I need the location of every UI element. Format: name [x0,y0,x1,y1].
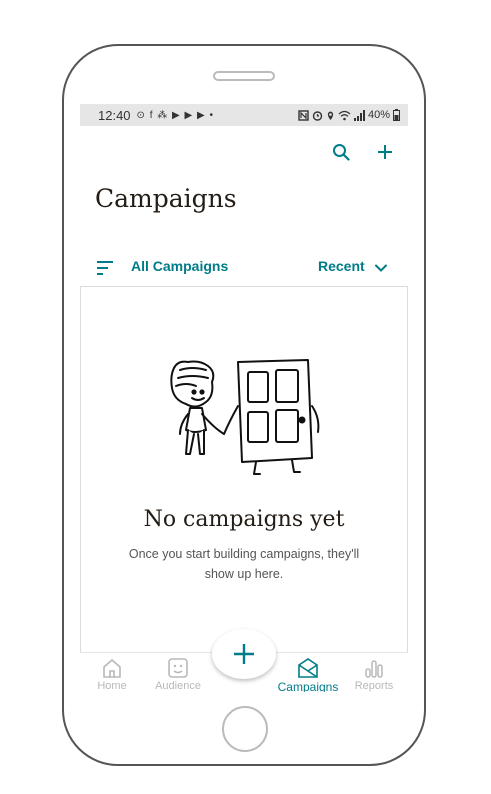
add-campaign-button[interactable] [373,140,397,164]
battery-percent: 40% [367,109,390,121]
tab-label: Campaigns [277,680,339,692]
sort-dropdown[interactable]: Recent [318,258,365,274]
status-bar: 12:40 ⊙ f ⁂ ▶ ▶ ▶ • 40% [80,104,408,126]
search-icon [333,144,350,161]
tab-label: Audience [155,680,201,692]
header-divider [80,286,408,287]
tab-label: Reports [354,680,394,692]
app-screen: 12:40 ⊙ f ⁂ ▶ ▶ ▶ • 40% Campaigns All Ca… [80,104,408,692]
tab-label: Home [97,680,127,692]
reports-icon [365,660,383,678]
phone-speaker [213,71,275,81]
content-border-left [80,287,81,652]
filter-bar: All Campaigns Recent [80,248,408,288]
signal-icon [353,109,365,121]
tab-audience[interactable]: Audience [146,657,210,692]
chevron-down-icon[interactable] [373,260,389,276]
content-border-right [407,287,408,652]
page-title: Campaigns [95,184,237,213]
search-button[interactable] [329,140,353,164]
filter-icon[interactable] [96,258,116,278]
nfc-icon [298,109,309,121]
tab-home[interactable]: Home [80,657,144,692]
campaign-filter-dropdown[interactable]: All Campaigns [131,258,228,274]
empty-state-title: No campaigns yet [143,507,345,532]
plus-icon [234,644,254,664]
tab-campaigns[interactable]: Campaigns [276,657,340,692]
tab-reports[interactable]: Reports [342,657,406,692]
plus-icon [378,145,392,159]
notification-icons: ⊙ f ⁂ ▶ ▶ ▶ • [136,109,214,121]
wifi-icon [338,110,351,120]
battery-icon [393,109,400,121]
create-fab-button[interactable] [212,629,276,679]
status-time: 12:40 [98,107,131,123]
empty-state-description: Once you start building campaigns, they'… [128,547,360,581]
location-icon [327,111,334,120]
empty-state-illustration [170,359,320,475]
campaigns-icon [298,658,318,678]
status-right-icons: 40% [298,109,400,121]
audience-icon [168,658,188,678]
home-icon [103,658,121,678]
alarm-icon [312,110,323,121]
phone-home-button[interactable] [222,706,268,752]
